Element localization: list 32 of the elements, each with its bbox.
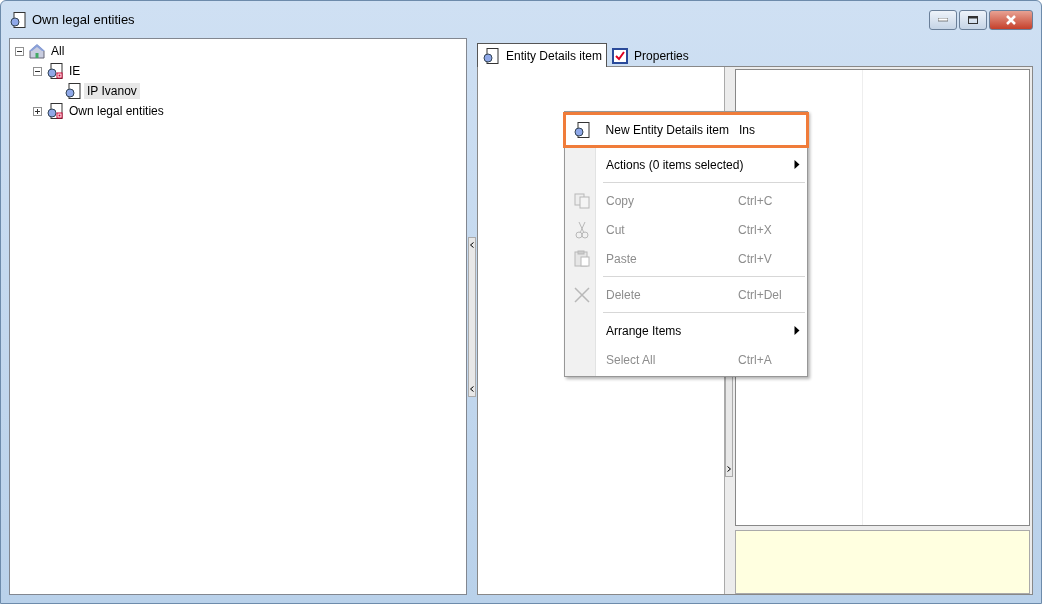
window-icon	[9, 10, 27, 29]
clipboard-icon	[574, 250, 590, 267]
tab[interactable]: Entity Details item	[477, 43, 608, 67]
menu-item[interactable]: Actions (0 items selected)	[567, 150, 805, 179]
close-button[interactable]	[989, 9, 1033, 30]
entity-group-icon	[46, 62, 64, 80]
house-icon	[28, 42, 46, 60]
maximize-icon	[968, 15, 978, 24]
entity-icon	[572, 121, 591, 139]
splitter-handle[interactable]	[468, 236, 476, 397]
collapse-icon[interactable]	[33, 66, 42, 76]
expand-icon[interactable]	[33, 106, 42, 116]
minimize-icon	[938, 17, 948, 22]
menu-item[interactable]: Arrange Items	[567, 316, 805, 345]
close-icon	[573, 285, 591, 304]
entity-icon	[64, 82, 82, 100]
entity-group-icon	[46, 102, 64, 120]
minimize-button[interactable]	[929, 9, 957, 30]
close-icon	[1005, 14, 1017, 25]
copy-icon	[574, 192, 590, 209]
tree-item[interactable]: IE	[66, 63, 84, 79]
checklist-icon	[612, 47, 629, 64]
entity-icon	[482, 46, 500, 65]
tree-item[interactable]: All	[48, 43, 68, 59]
menu-item[interactable]: New Entity Details item Ins	[563, 112, 809, 148]
tab[interactable]: Properties	[607, 44, 694, 66]
scissors-icon	[575, 220, 589, 239]
window-title: Own legal entities	[32, 12, 135, 27]
tree-item[interactable]: Own legal entities	[66, 103, 167, 119]
collapse-icon[interactable]	[15, 46, 24, 56]
maximize-button[interactable]	[959, 9, 987, 30]
tree-item[interactable]: IP Ivanov	[84, 83, 140, 99]
